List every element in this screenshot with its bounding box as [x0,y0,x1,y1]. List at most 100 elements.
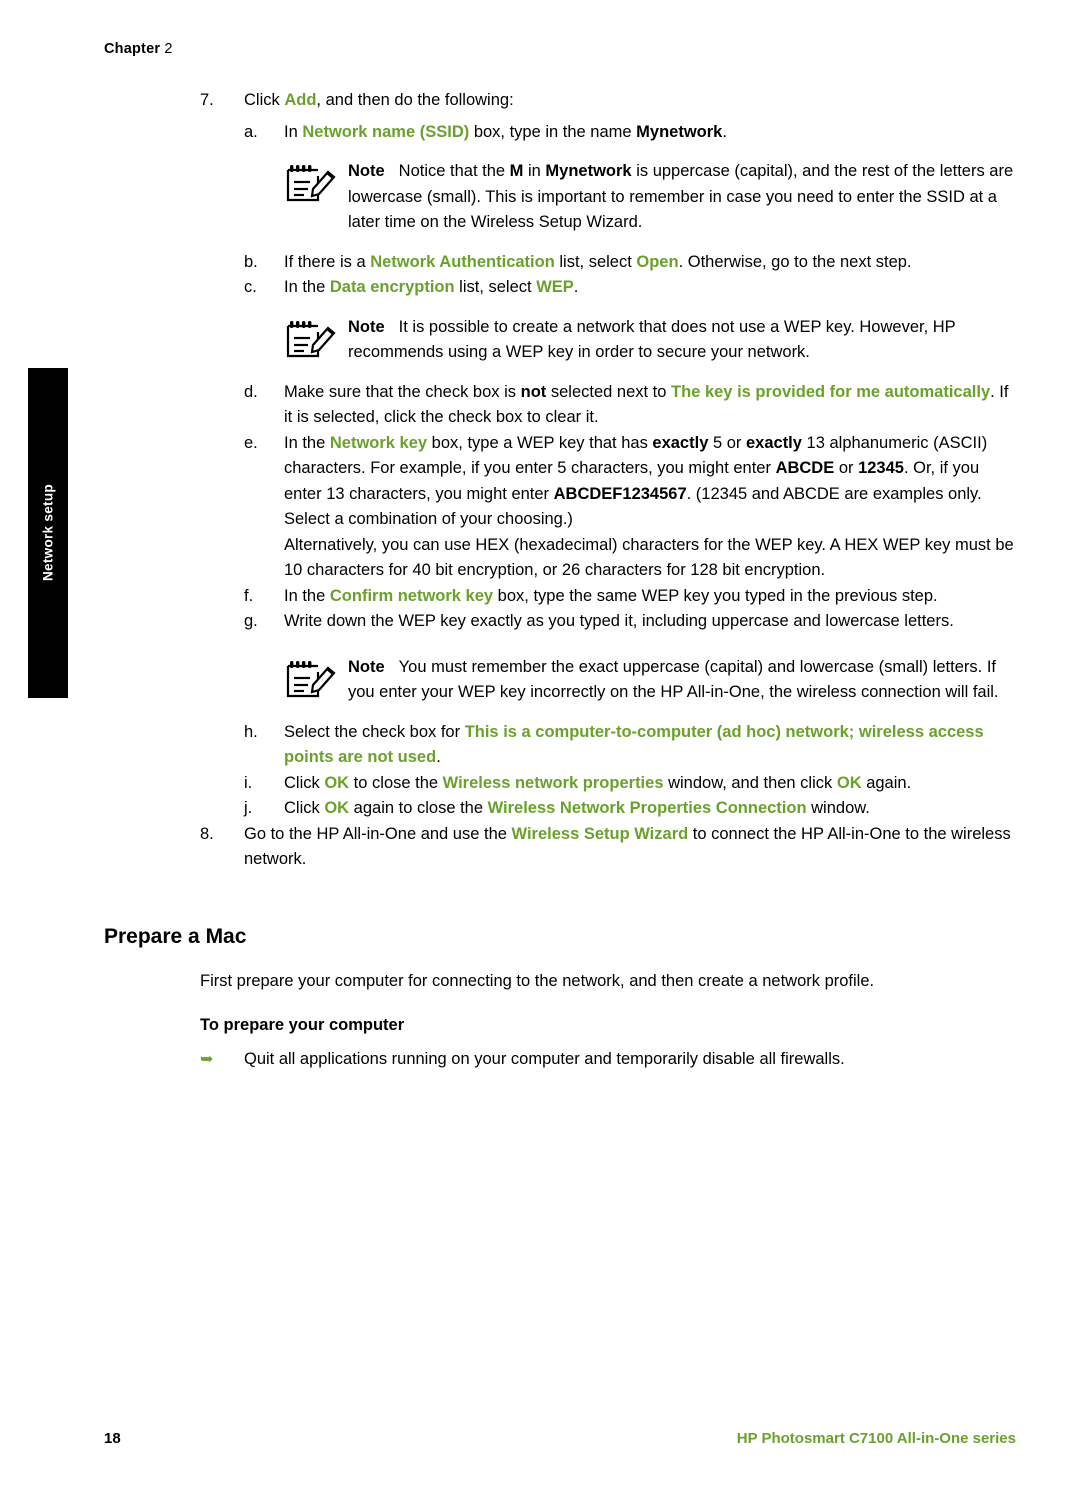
step-7-number: 7. [200,91,214,109]
substep-a-p1: In [284,122,303,141]
substep-b-p3: . Otherwise, go to the next step. [678,252,912,271]
substep-c-p2: list, select [454,278,537,296]
note-1-p2: in [523,162,546,180]
substep-a-value: Mynetwork [636,122,723,141]
substep-i: i. Click OK to close the Wireless networ… [244,771,1016,797]
note-1-label: Note [348,162,385,180]
chapter-number: 2 [164,41,173,57]
footer-page-number: 18 [104,1430,121,1447]
substep-i-window-name: Wireless network properties [442,773,664,792]
substep-e-p2: box, type a WEP key that has [427,433,653,452]
substep-e-example-3: ABCDEF1234567 [553,484,687,503]
substep-d-p1: Make sure that the check box is [284,382,521,401]
chapter-label: Chapter [104,41,161,57]
substep-b-list-name: Network Authentication [370,252,555,271]
substep-c-list-name: Data encryption [329,278,455,296]
substep-d-checkbox-label: The key is provided for me automatically [671,382,991,401]
substep-e-b1: exactly [652,433,709,452]
note-2: Note It is possible to create a network t… [284,315,1016,366]
substep-i-text: Click OK to close the Wireless network p… [284,771,1016,797]
substep-c-text: In the Data encryption list, select WEP. [284,275,1016,301]
prepare-mac-heading: Prepare a Mac [104,924,247,948]
substep-e-marker: e. [244,433,258,452]
substep-b-option: Open [636,252,679,271]
note-3: Note You must remember the exact uppercas… [284,655,1016,706]
substep-b-marker: b. [244,252,258,271]
side-tab-label: Network setup [40,484,56,582]
substep-g-marker: g. [244,612,258,630]
substep-h-p2: . [436,748,441,766]
substep-f: f. In the Confirm network key box, type … [244,584,1016,610]
substep-e-example-1: ABCDE [775,459,835,477]
note-2-body: Note It is possible to create a network t… [348,315,1016,366]
substep-e-p1: In the [284,433,330,452]
note-1-body: Note Notice that the M in Mynetwork is up… [348,159,1016,236]
step-7-text-before: Click [244,91,285,109]
substep-f-marker: f. [244,586,254,605]
substep-e-p5: or [834,459,859,477]
substep-g: g. Write down the WEP key exactly as you… [244,609,1016,635]
substep-h: h. Select the check box for This is a co… [244,720,1016,771]
substep-d-marker: d. [244,382,258,401]
substep-j-ok: OK [324,799,350,817]
footer-product-title: HP Photosmart C7100 All-in-One series [736,1430,1016,1447]
chapter-header: Chapter 2 [104,41,173,57]
substep-f-text: In the Confirm network key box, type the… [284,584,1016,610]
substep-j-text: Click OK again to close the Wireless Net… [284,796,1016,822]
substep-e-field-name: Network key [329,433,428,452]
step-7-link: Add [284,91,317,109]
substep-e-example-2: 12345 [858,459,904,477]
note-1: Note Notice that the M in Mynetwork is up… [284,159,1016,236]
substep-i-p1: Click [284,773,325,792]
substep-i-p2: to close the [349,773,443,792]
step-8: 8. Go to the HP All-in-One and use the W… [200,822,1016,873]
note-3-label: Note [348,657,385,676]
substep-a-p2: box, type in the name [469,122,637,141]
substep-c-option: WEP [536,278,574,296]
substep-b: b. If there is a Network Authentication … [244,250,1016,276]
substep-h-text: Select the check box for This is a compu… [284,720,1016,771]
substep-b-p1: If there is a [284,252,371,271]
substep-b-text: If there is a Network Authentication lis… [284,250,1016,276]
step-8-number: 8. [200,824,214,843]
document-page: Chapter 2 Network setup 7. Click Add, an… [0,0,1080,1495]
prepare-mac-paragraph: First prepare your computer for connecti… [200,971,875,990]
prepare-computer-item: ➥ Quit all applications running on your … [200,1047,1016,1073]
substep-j-p3: window. [806,799,870,817]
step-7-text: Click Add, and then do the following: [244,88,1016,114]
step-8-text: Go to the HP All-in-One and use the Wire… [244,822,1016,873]
note-3-body: Note You must remember the exact uppercas… [348,655,1016,706]
note-1-b1: M [509,162,524,180]
note-1-p1: Notice that the [398,162,510,180]
substep-f-p1: In the [284,586,330,605]
step-7: 7. Click Add, and then do the following: [200,88,1016,114]
prepare-computer-subheading: To prepare your computer [200,1016,405,1034]
substep-d-text: Make sure that the check box is not sele… [284,380,1016,431]
substep-j: j. Click OK again to close the Wireless … [244,796,1016,822]
substep-j-marker: j. [244,799,253,817]
substep-i-p4: again. [861,773,912,792]
substep-a-text: In Network name (SSID) box, type in the … [284,120,1016,146]
substep-a-field-name: Network name (SSID) [302,122,470,141]
substep-a: a. In Network name (SSID) box, type in t… [244,120,1016,146]
step-8-wizard-name: Wireless Setup Wizard [511,824,689,843]
substep-i-marker: i. [244,773,253,792]
prepare-mac-section: Prepare a Mac First prepare your compute… [104,925,1016,1073]
substep-e-text: In the Network key box, type a WEP key t… [284,431,1016,584]
substep-d-p2: selected next to [546,382,672,401]
substep-g-text: Write down the WEP key exactly as you ty… [284,612,954,630]
substep-h-p1: Select the check box for [284,722,465,741]
substep-d: d. Make sure that the check box is not s… [244,380,1016,431]
page-content: 7. Click Add, and then do the following:… [104,88,1016,1073]
step-7-text-after: , and then do the following: [316,91,514,109]
note-3-p1: You must remember the exact uppercase (c… [348,657,999,702]
substep-e: e. In the Network key box, type a WEP ke… [244,431,1016,584]
substep-i-ok-2: OK [836,773,862,792]
substep-j-p2: again to close the [349,799,488,817]
arrow-icon: ➥ [200,1051,214,1068]
substep-c: c. In the Data encryption list, select W… [244,275,1016,301]
note-2-label: Note [348,317,385,336]
note-icon [284,315,336,365]
substep-d-not: not [520,382,547,401]
note-icon [284,159,336,209]
